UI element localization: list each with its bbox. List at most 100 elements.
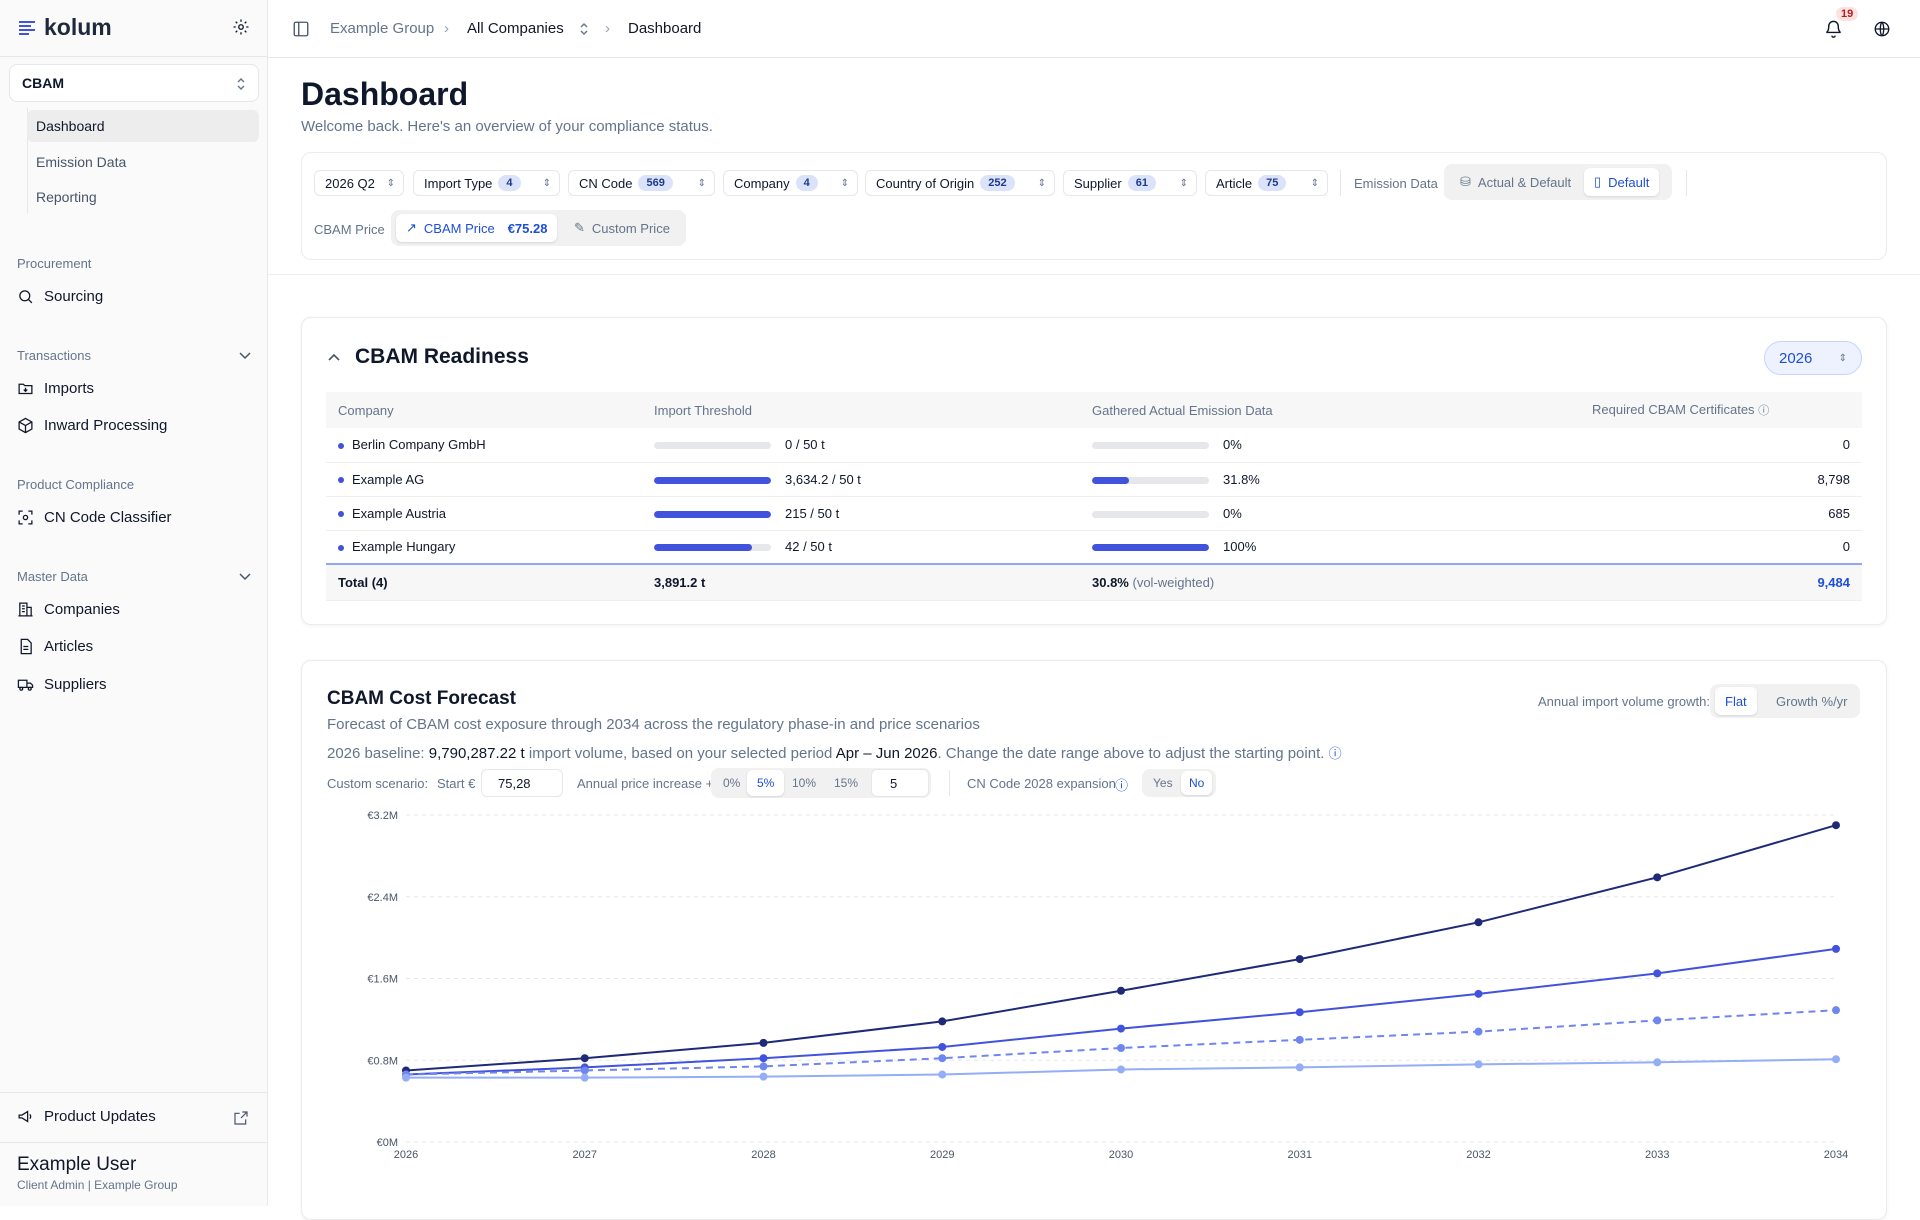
section-label: Master Data: [17, 569, 88, 584]
x-tick-label: 2030: [1109, 1149, 1133, 1161]
increase-5-button[interactable]: 5%: [747, 770, 785, 796]
app-logo[interactable]: kolum: [18, 14, 112, 41]
supplier-filter[interactable]: Supplier 61 ⇕: [1063, 170, 1197, 196]
price-value: €75.28: [507, 220, 548, 236]
data-point: [1653, 1058, 1662, 1067]
period-select[interactable]: 2026 Q2 ⇕: [314, 170, 404, 196]
company-cell: Example AG: [326, 462, 642, 497]
increase-0-button[interactable]: 0%: [713, 770, 750, 796]
threshold-fill: [654, 476, 771, 484]
data-point: [1474, 989, 1483, 998]
table-row[interactable]: Example AG 3,634.2 / 50 t 31.8% 8,798: [326, 462, 1862, 497]
cn-expansion-no[interactable]: No: [1181, 771, 1213, 795]
document-icon: ▯: [1594, 174, 1602, 189]
divider: [0, 1092, 268, 1093]
nav-cn-code-classifier[interactable]: CN Code Classifier: [17, 509, 172, 526]
globe-icon[interactable]: [1873, 20, 1891, 38]
data-point: [402, 1073, 410, 1082]
subnav-dashboard[interactable]: Dashboard: [27, 110, 259, 142]
year-select[interactable]: 2026 ⇕: [1764, 341, 1862, 375]
nav-sourcing[interactable]: Sourcing: [17, 288, 103, 305]
data-point: [759, 1072, 768, 1081]
nav-inward-processing[interactable]: Inward Processing: [17, 417, 167, 434]
sidebar-toggle-icon[interactable]: [292, 20, 310, 38]
bullet-dot: [338, 477, 344, 484]
user-name[interactable]: Example User: [17, 1154, 136, 1176]
nav-articles[interactable]: Articles: [17, 638, 93, 655]
emission-value: 31.8%: [1223, 471, 1260, 487]
cn-expansion-yes[interactable]: Yes: [1143, 771, 1183, 795]
growth-label: Annual import volume growth:: [1538, 694, 1710, 709]
emission-fill: [1092, 476, 1130, 484]
table-row[interactable]: Berlin Company GmbH 0 / 50 t 0% 0: [326, 428, 1862, 463]
updown-chevron-icon: ⇕: [386, 177, 395, 189]
nav-label: Suppliers: [44, 676, 107, 693]
forecast-title: CBAM Cost Forecast: [327, 688, 516, 709]
nav-companies[interactable]: Companies: [17, 601, 120, 618]
forecast-subtitle: Forecast of CBAM cost exposure through 2…: [327, 716, 980, 733]
emission-progress-bar: [1092, 476, 1209, 484]
section-transactions[interactable]: Transactions: [17, 348, 251, 363]
document-icon: [20, 638, 32, 655]
baseline-mid: import volume, based on your selected pe…: [528, 745, 833, 762]
section-master-data[interactable]: Master Data: [17, 569, 251, 584]
growth-percent-button[interactable]: Growth %/yr: [1766, 687, 1858, 715]
import-type-filter[interactable]: Import Type 4 ⇕: [413, 170, 560, 196]
info-icon[interactable]: ⓘ: [1115, 775, 1128, 794]
page-subtitle: Welcome back. Here's an overview of your…: [301, 118, 713, 135]
growth-flat-button[interactable]: Flat: [1715, 687, 1757, 715]
building-icon: [18, 602, 33, 617]
subnav-emission-data[interactable]: Emission Data: [27, 146, 259, 178]
emission-data-label: Emission Data: [1354, 176, 1438, 191]
app-name: kolum: [44, 14, 112, 40]
search-icon: [19, 290, 33, 304]
nav-imports[interactable]: Imports: [17, 380, 94, 397]
scan-icon: [18, 510, 33, 525]
breadcrumb-group[interactable]: Example Group: [330, 20, 434, 37]
start-label: Start €: [437, 776, 476, 791]
data-point: [938, 1054, 947, 1063]
start-price-input[interactable]: 75,28: [481, 769, 563, 797]
info-icon[interactable]: ⓘ: [1329, 746, 1342, 761]
increase-15-button[interactable]: 15%: [824, 770, 868, 796]
chevron-up-icon[interactable]: [327, 352, 341, 362]
country-filter[interactable]: Country of Origin 252 ⇕: [865, 170, 1055, 196]
cn-code-filter[interactable]: CN Code 569 ⇕: [568, 170, 715, 196]
table-row[interactable]: Example Austria 215 / 50 t 0% 685: [326, 496, 1862, 531]
updown-chevron-icon[interactable]: [579, 22, 589, 36]
increase-custom-input[interactable]: 5: [871, 769, 929, 797]
cbam-price-button[interactable]: ↗ CBAM Price €75.28: [396, 214, 558, 242]
y-tick-label: €3.2M: [367, 810, 398, 822]
forecast-baseline: 2026 baseline: 9,790,287.22 t import vol…: [327, 743, 1342, 762]
data-point: [759, 1038, 768, 1047]
column-header: Company: [326, 392, 642, 428]
emission-default-button[interactable]: ▯ Default: [1584, 168, 1660, 196]
company-filter[interactable]: Company 4 ⇕: [723, 170, 858, 196]
bell-icon[interactable]: [1824, 19, 1843, 38]
total-certificates[interactable]: 9,484: [1580, 563, 1862, 601]
data-point: [1832, 821, 1840, 830]
y-tick-label: €2.4M: [367, 892, 398, 904]
external-link-icon[interactable]: [233, 1110, 249, 1126]
settings-gear-icon[interactable]: [232, 18, 250, 36]
module-selector[interactable]: CBAM: [9, 64, 259, 102]
breadcrumb-companies[interactable]: All Companies: [467, 20, 564, 37]
table-row[interactable]: Example Hungary 42 / 50 t 100% 0: [326, 530, 1862, 565]
subnav-reporting[interactable]: Reporting: [27, 181, 259, 213]
data-point: [938, 1042, 947, 1051]
threshold-fill: [654, 544, 753, 552]
custom-price-button[interactable]: ✎ Custom Price: [564, 214, 680, 242]
emission-actual-default-button[interactable]: ⛁ Actual & Default: [1450, 168, 1581, 196]
data-point: [938, 1070, 947, 1079]
nav-product-updates[interactable]: Product Updates: [17, 1108, 156, 1125]
segment-label: Default: [1608, 174, 1650, 190]
company-name: Berlin Company GmbH: [352, 437, 486, 453]
filter-count-badge: 61: [1127, 175, 1156, 191]
increase-10-button[interactable]: 10%: [782, 770, 826, 796]
info-icon[interactable]: ⓘ: [1758, 405, 1769, 417]
total-emission-value: 30.8%: [1092, 574, 1129, 590]
table-total-row: Total (4) 3,891.2 t 30.8% (vol-weighted)…: [326, 563, 1862, 601]
article-filter[interactable]: Article 75 ⇕: [1205, 170, 1328, 196]
nav-suppliers[interactable]: Suppliers: [17, 676, 107, 693]
filter-label: Country of Origin: [876, 175, 975, 191]
